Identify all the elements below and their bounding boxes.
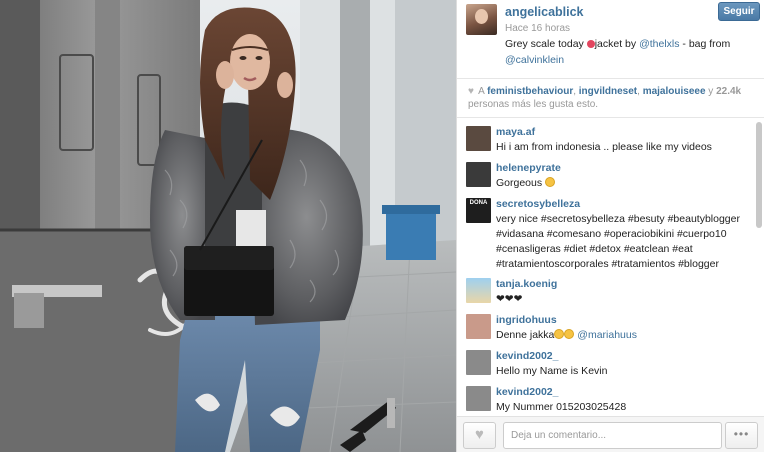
caption-mention[interactable]: @calvinklein bbox=[505, 54, 564, 66]
avatar[interactable] bbox=[466, 278, 491, 303]
comment-text-body: Denne jakka bbox=[496, 329, 555, 341]
liker-link[interactable]: majalouiseee bbox=[643, 86, 706, 97]
like-button[interactable]: ♥ bbox=[463, 422, 496, 449]
comment-text: ❤❤❤ bbox=[496, 293, 523, 305]
comment-username[interactable]: helenepyrate bbox=[496, 161, 755, 176]
comment-text: Denne jakka @mariahuus bbox=[496, 328, 751, 343]
comment-text-body: Gorgeous bbox=[496, 177, 546, 189]
scrollbar-thumb[interactable] bbox=[756, 122, 762, 228]
comment-username[interactable]: kevind2002_ bbox=[496, 385, 755, 400]
comment-username[interactable]: ingridohuus bbox=[496, 313, 755, 328]
comment-item: maya.af Hi i am from indonesia .. please… bbox=[457, 120, 755, 156]
comment-text: Gorgeous bbox=[496, 176, 751, 191]
comment-text: very nice #secretosybelleza #besuty #bea… bbox=[496, 213, 740, 270]
post-header: angelicablick Seguir Hace 16 horas Grey … bbox=[457, 0, 764, 78]
heart-icon: ♥ bbox=[475, 426, 484, 443]
comment-item: tanja.koenig ❤❤❤ bbox=[457, 272, 755, 308]
likes-suffix: personas más les gusta esto. bbox=[468, 99, 599, 110]
post-caption: Grey scale today jacket by @thelxls - ba… bbox=[505, 37, 755, 68]
comment-text: Hello my Name is Kevin bbox=[496, 365, 608, 377]
avatar[interactable] bbox=[466, 162, 491, 187]
caption-mention[interactable]: @thelxls bbox=[639, 38, 679, 50]
caption-text: - bag from bbox=[679, 38, 731, 50]
cat-emoji-icon bbox=[564, 329, 575, 339]
cat-emoji-icon bbox=[554, 329, 565, 339]
post-username[interactable]: angelicablick bbox=[505, 5, 584, 19]
comment-text: Hi i am from indonesia .. please like my… bbox=[496, 141, 712, 153]
post-photo[interactable] bbox=[0, 0, 456, 452]
smiley-emoji-icon bbox=[545, 177, 556, 187]
comment-username[interactable]: secretosybelleza bbox=[496, 197, 755, 212]
post-sidebar: angelicablick Seguir Hace 16 horas Grey … bbox=[456, 0, 764, 452]
comment-username[interactable]: maya.af bbox=[496, 125, 755, 140]
comment-footer: ♥ ••• bbox=[457, 416, 764, 452]
pin-emoji-icon bbox=[586, 40, 595, 48]
avatar[interactable] bbox=[466, 386, 491, 411]
avatar[interactable] bbox=[466, 314, 491, 339]
comments-scrollbar[interactable] bbox=[754, 120, 762, 416]
liker-link[interactable]: ingvildneset bbox=[579, 86, 637, 97]
avatar[interactable] bbox=[466, 4, 497, 35]
likes-prefix: A bbox=[478, 86, 488, 97]
caption-text: Grey scale today bbox=[505, 38, 587, 50]
heart-icon: ♥ bbox=[468, 86, 474, 97]
comment-mention[interactable]: @mariahuus bbox=[577, 329, 637, 341]
comment-username[interactable]: kevind2002_ bbox=[496, 349, 755, 364]
more-options-button[interactable]: ••• bbox=[725, 422, 758, 449]
comment-username[interactable]: tanja.koenig bbox=[496, 277, 755, 292]
avatar[interactable] bbox=[466, 126, 491, 151]
liker-link[interactable]: feministbehaviour bbox=[487, 86, 573, 97]
comment-item: ingridohuus Denne jakka @mariahuus bbox=[457, 308, 755, 344]
comment-input[interactable] bbox=[503, 422, 722, 449]
comment-text: My Nummer 015203025428 bbox=[496, 401, 627, 413]
comments-list[interactable]: maya.af Hi i am from indonesia .. please… bbox=[457, 120, 755, 416]
comment-item: kevind2002_ My Nummer 015203025428 bbox=[457, 380, 755, 416]
likes-summary: ♥ A feministbehaviour, ingvildneset, maj… bbox=[457, 78, 764, 118]
avatar[interactable] bbox=[466, 350, 491, 375]
follow-button[interactable]: Seguir bbox=[718, 2, 760, 21]
caption-text: jacket by bbox=[594, 38, 640, 50]
post-timestamp: Hace 16 horas bbox=[505, 23, 571, 34]
comment-item: helenepyrate Gorgeous bbox=[457, 156, 755, 192]
post-image bbox=[0, 0, 456, 452]
comment-item: kevind2002_ Hello my Name is Kevin bbox=[457, 344, 755, 380]
likes-count[interactable]: 22.4k bbox=[716, 86, 741, 97]
likes-separator: y bbox=[705, 86, 717, 97]
comment-item: DONA secretosybelleza very nice #secreto… bbox=[457, 192, 755, 272]
avatar[interactable]: DONA bbox=[466, 198, 491, 223]
